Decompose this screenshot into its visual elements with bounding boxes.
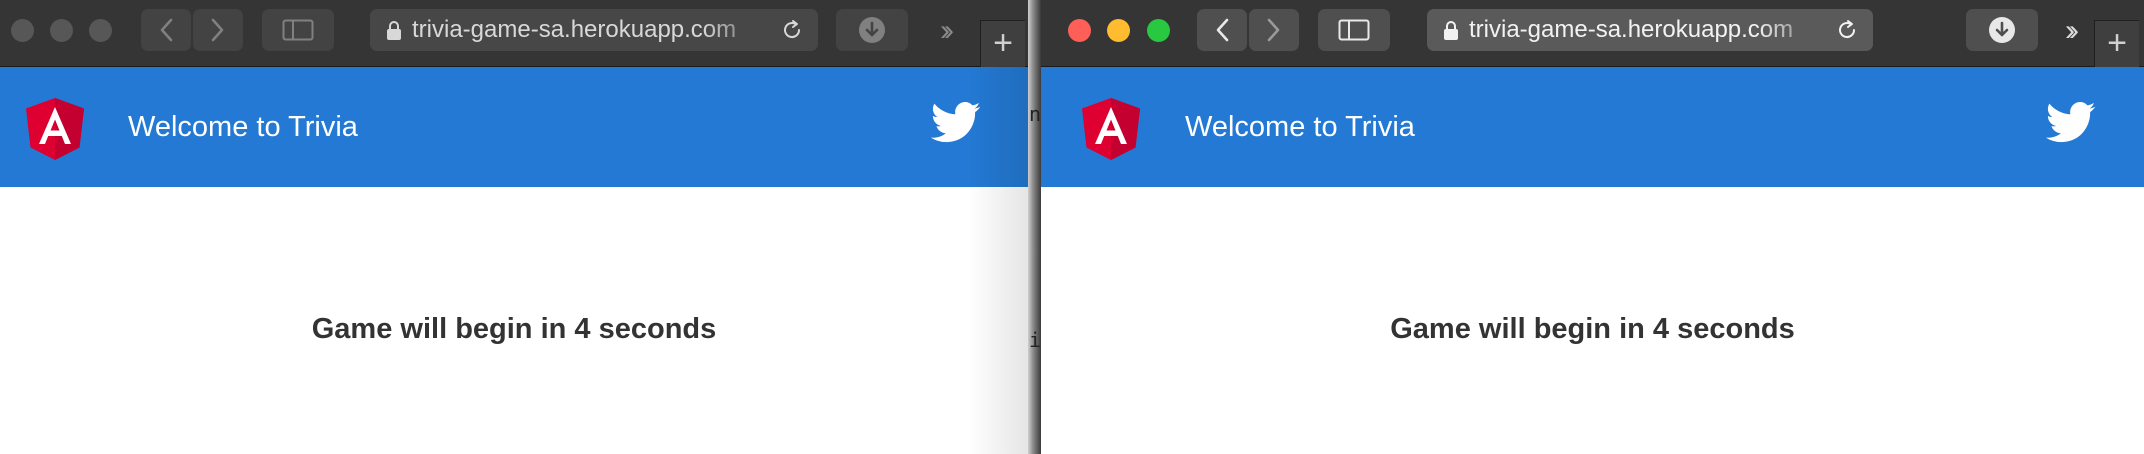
- close-window-button[interactable]: [11, 19, 34, 42]
- angular-logo: [26, 98, 84, 160]
- new-tab-button[interactable]: +: [2094, 20, 2139, 67]
- address-bar[interactable]: trivia-game-sa.herokuapp.com: [1427, 9, 1873, 51]
- app-header: Welcome to Trivia: [0, 67, 1028, 187]
- plus-icon: +: [2107, 24, 2127, 62]
- app-title: Welcome to Trivia: [128, 111, 358, 143]
- minimize-window-button[interactable]: [50, 19, 73, 42]
- countdown-message: Game will begin in 4 seconds: [311, 313, 717, 345]
- background-text-fragment: i: [1029, 328, 1042, 352]
- double-chevron-right-icon: ››: [940, 14, 954, 47]
- page-content: Game will begin in 4 seconds: [0, 187, 1028, 454]
- background-text-fragment: n: [1029, 102, 1042, 126]
- sidebar-icon: [282, 19, 314, 41]
- lock-icon: [387, 20, 401, 40]
- browser-window-active[interactable]: trivia-game-sa.herokuapp.com ›› + Welcom…: [1041, 0, 2144, 454]
- download-icon: [1989, 17, 2015, 43]
- page-content: Game will begin in 4 seconds: [1041, 187, 2144, 454]
- chevron-left-icon: [1216, 18, 1229, 42]
- reload-icon[interactable]: [1835, 18, 1859, 42]
- address-url: trivia-game-sa.herokuapp.com: [412, 16, 737, 43]
- countdown-message: Game will begin in 4 seconds: [1390, 313, 1795, 345]
- forward-button[interactable]: [1249, 9, 1299, 51]
- sidebar-icon: [1338, 19, 1370, 41]
- zoom-window-button[interactable]: [89, 19, 112, 42]
- forward-button[interactable]: [193, 9, 243, 51]
- address-url: trivia-game-sa.herokuapp.com: [1469, 16, 1794, 43]
- zoom-window-button[interactable]: [1147, 19, 1170, 42]
- browser-toolbar: trivia-game-sa.herokuapp.com ›› +: [0, 0, 1028, 67]
- downloads-button[interactable]: [1966, 9, 2038, 51]
- sidebar-button[interactable]: [1318, 9, 1390, 51]
- downloads-button[interactable]: [836, 9, 908, 51]
- more-toolbar-button[interactable]: ››: [2065, 14, 2079, 48]
- close-window-button[interactable]: [1068, 19, 1091, 42]
- chevron-left-icon: [160, 18, 173, 42]
- sidebar-button[interactable]: [262, 9, 334, 51]
- browser-toolbar: trivia-game-sa.herokuapp.com ›› +: [1041, 0, 2144, 67]
- angular-logo: [1082, 98, 1140, 160]
- back-button[interactable]: [1197, 9, 1247, 51]
- reload-icon[interactable]: [780, 18, 804, 42]
- app-header: Welcome to Trivia: [1041, 67, 2144, 187]
- window-edge-shadow: [968, 66, 1028, 454]
- lock-icon: [1444, 20, 1458, 40]
- minimize-window-button[interactable]: [1107, 19, 1130, 42]
- download-icon: [859, 17, 885, 43]
- double-chevron-right-icon: ››: [2065, 14, 2079, 47]
- chevron-right-icon: [211, 18, 224, 42]
- back-button[interactable]: [141, 9, 191, 51]
- plus-icon: +: [993, 24, 1013, 62]
- browser-window-inactive[interactable]: trivia-game-sa.herokuapp.com ›› + Welcom…: [0, 0, 1028, 454]
- background-window-strip: n i: [1028, 0, 1041, 454]
- app-title: Welcome to Trivia: [1185, 111, 1415, 143]
- more-toolbar-button[interactable]: ››: [940, 14, 954, 48]
- address-bar[interactable]: trivia-game-sa.herokuapp.com: [370, 9, 818, 51]
- chevron-right-icon: [1267, 18, 1280, 42]
- new-tab-button[interactable]: +: [980, 20, 1025, 67]
- twitter-icon[interactable]: [2045, 102, 2097, 144]
